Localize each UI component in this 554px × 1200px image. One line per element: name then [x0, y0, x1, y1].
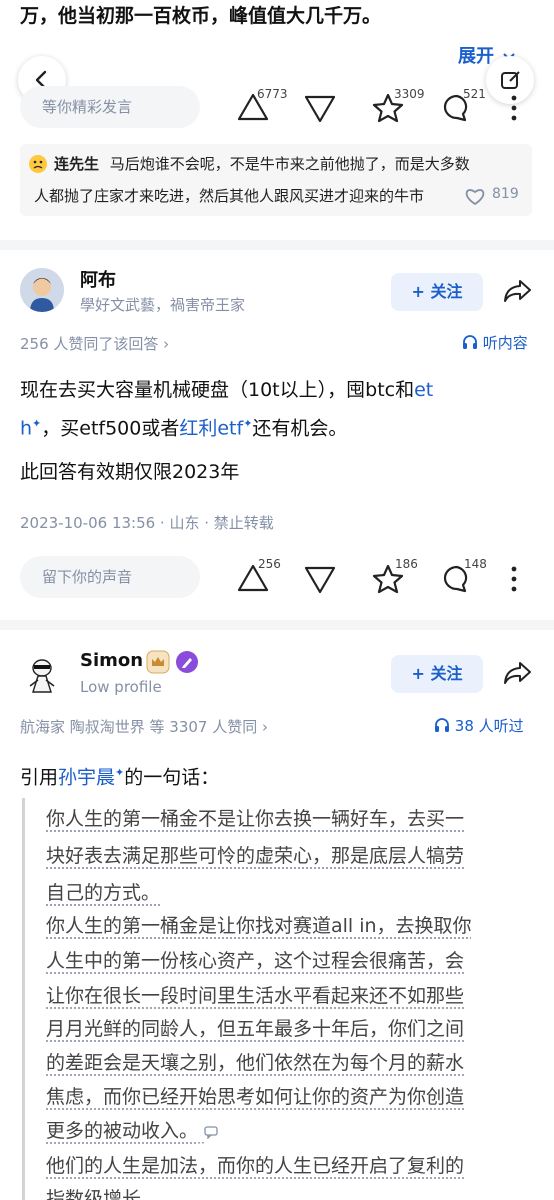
- headphone-icon: [462, 334, 478, 354]
- comment-count: 148: [464, 557, 487, 571]
- quote-line: 焦虑，而你已经开始思考如何让你的资产为你创造: [46, 1086, 465, 1108]
- quote-line: 你人生的第一桶金是让你找对赛道all in，去换取你: [46, 915, 472, 937]
- top-comment-line1: 连先生 马后炮谁不会呢，不是牛市来之前他抛了，而是大多数: [54, 150, 470, 178]
- link-sparkle-icon: ✦: [32, 417, 42, 430]
- quote-line: 月月光鲜的同龄人，但五年最多十年后，你们之间: [46, 1018, 465, 1040]
- separator-2: [0, 620, 554, 630]
- more-button[interactable]: [510, 565, 518, 593]
- answer-text: ，买etf500或者: [41, 417, 180, 440]
- share-button[interactable]: [502, 660, 532, 686]
- quote-line: 人生中的第一份核心资产，这个过程会很痛苦，会: [46, 950, 465, 972]
- more-icon: [511, 95, 517, 121]
- listen-label: 听内容: [482, 334, 528, 352]
- author-name[interactable]: 阿布: [80, 266, 116, 292]
- person-link[interactable]: 孙宇晨: [58, 766, 115, 788]
- quote-line: 指数级增长。: [46, 1188, 161, 1200]
- separator-1: [0, 240, 554, 250]
- comment-input[interactable]: 等你精彩发言: [20, 86, 200, 128]
- comment-mark-icon[interactable]: [204, 1117, 218, 1149]
- downvote-icon: [304, 566, 336, 594]
- eth-link-part2[interactable]: h: [20, 417, 32, 439]
- emoji-icon: [28, 154, 48, 178]
- author-bio: 學好文武藝，禍害帝王家: [80, 296, 246, 314]
- author-name[interactable]: Simon: [80, 650, 143, 671]
- creator-badge-icon[interactable]: [175, 650, 199, 678]
- quote-intro: 引用孙宇晨✦的一句话：: [20, 758, 219, 792]
- quote-line: 更多的被动收入。: [46, 1115, 218, 1149]
- downvote-button[interactable]: [303, 565, 337, 595]
- listen-label: 38 人听过: [454, 717, 524, 735]
- avatar[interactable]: [20, 268, 64, 312]
- favorite-count: 3309: [394, 87, 425, 101]
- quote-bar: [22, 798, 25, 1200]
- quote-line: 你人生的第一桶金不是让你去换一辆好车，去买一: [46, 808, 465, 830]
- downvote-button[interactable]: [303, 94, 337, 124]
- answer-meta: 2023-10-06 13:56 · 山东 · 禁止转载: [20, 514, 274, 532]
- top-comment-card[interactable]: 连先生 马后炮谁不会呢，不是牛市来之前他抛了，而是大多数 人都抛了庄家才来吃进，…: [20, 144, 532, 216]
- agree-count-link[interactable]: 航海家 陶叔淘世界 等 3307 人赞同 ›: [20, 716, 268, 737]
- quote-line: 的差距会是天壤之别，他们依然在为每个月的薪水: [46, 1052, 465, 1074]
- top-comment-likes: 819: [492, 186, 519, 202]
- prev-answer-tail-text: 万，他当初那一百枚币，峰值值大几千万。: [20, 5, 382, 27]
- more-icon: [511, 566, 517, 592]
- comment-input[interactable]: 留下你的声音: [20, 556, 200, 598]
- answer-body-line1: 现在去买大容量机械硬盘（10t以上），囤btc和et: [20, 375, 433, 405]
- link-sparkle-icon: ✦: [115, 766, 125, 779]
- share-button[interactable]: [502, 278, 532, 304]
- upvote-count: 6773: [257, 87, 288, 101]
- follow-button[interactable]: + 关注: [391, 655, 483, 693]
- answer-text: 现在去买大容量机械硬盘（10t以上），囤btc和: [20, 379, 415, 401]
- listen-button[interactable]: 38 人听过: [434, 715, 524, 737]
- answer-text: 的一句话：: [124, 766, 220, 789]
- comment-count: 521: [463, 87, 486, 101]
- answer-body-line3: 此回答有效期仅限2023年: [20, 461, 240, 483]
- listen-button[interactable]: 听内容: [462, 332, 528, 354]
- top-comment-author: 连先生: [54, 155, 100, 173]
- follow-button[interactable]: + 关注: [391, 273, 483, 311]
- answer-text: 还有机会。: [252, 417, 348, 440]
- upvote-count: 256: [258, 557, 281, 571]
- share-icon: [504, 280, 531, 302]
- top-comment-line2: 人都抛了庄家才来吃进，然后其他人跟风买进才迎来的牛市: [34, 182, 480, 210]
- favorite-count: 186: [395, 557, 418, 571]
- share-icon: [504, 662, 531, 684]
- answer-text: 引用: [20, 766, 59, 789]
- headphone-icon: [434, 717, 450, 737]
- quote-line: 他们的人生是加法，而你的人生已经开启了复利的: [46, 1155, 465, 1177]
- top-comment-text2: 人都抛了庄家才来吃进，然后其他人跟风买进才迎来的牛市: [34, 187, 425, 205]
- avatar[interactable]: [20, 652, 64, 696]
- quote-line: 自己的方式。: [46, 882, 161, 904]
- author-bio: Low profile: [80, 678, 162, 696]
- top-comment-text1: 马后炮谁不会呢，不是牛市来之前他抛了，而是大多数: [109, 155, 470, 173]
- downvote-icon: [304, 95, 336, 123]
- quote-line: 块好表去满足那些可怜的虚荣心，那是底层人犒劳: [46, 845, 465, 867]
- dividend-etf-link[interactable]: 红利etf: [179, 417, 243, 439]
- quote-line: 让你在很长一段时间里生活水平看起来还不如那些: [46, 985, 465, 1007]
- heart-icon[interactable]: [464, 186, 486, 210]
- badge-icon[interactable]: [146, 650, 170, 678]
- more-button[interactable]: [510, 94, 518, 122]
- agree-count-link[interactable]: 256 人赞同了该回答 ›: [20, 333, 169, 354]
- answer-body-line2: h✦，买etf500或者红利etf✦还有机会。: [20, 409, 347, 443]
- eth-link-part1[interactable]: et: [414, 379, 433, 401]
- quote-text: 更多的被动收入。: [46, 1120, 199, 1142]
